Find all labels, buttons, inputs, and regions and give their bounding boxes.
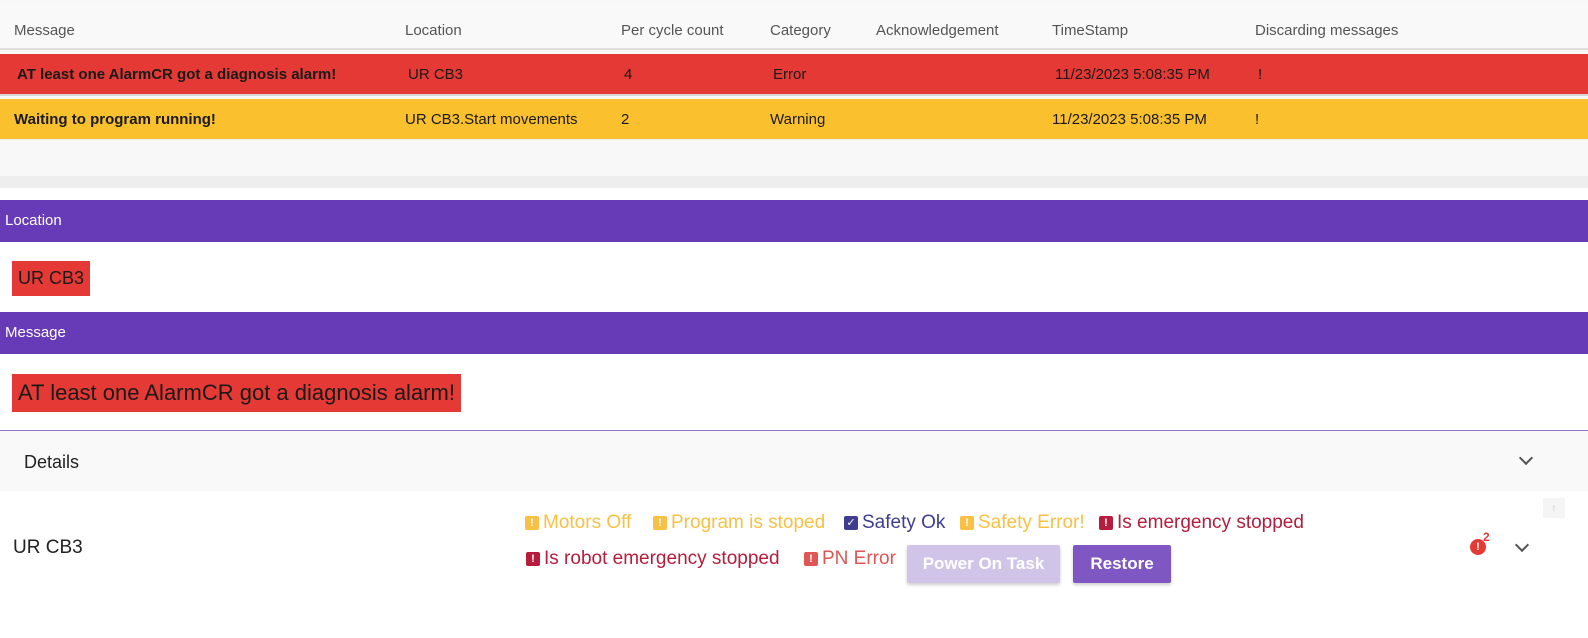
chevron-down-icon[interactable]	[1514, 537, 1530, 553]
details-label: Details	[24, 452, 80, 472]
table-header: Message Location Per cycle count Categor…	[0, 4, 1588, 50]
error-icon: !	[804, 552, 818, 566]
column-header-location[interactable]: Location	[405, 22, 462, 39]
error-icon: !	[526, 552, 540, 566]
status-label: Is emergency stopped	[1117, 512, 1304, 533]
row-category: Warning	[770, 111, 826, 128]
warning-icon: !	[960, 516, 974, 530]
warning-icon: !	[525, 516, 539, 530]
alarm-table: Message Location Per cycle count Categor…	[0, 0, 1588, 188]
row-count: 4	[624, 66, 633, 83]
discard-message-button[interactable]: !	[1258, 66, 1262, 83]
status-robot-emergency-stopped: ! Is robot emergency stopped	[526, 548, 780, 570]
table-empty-area	[0, 139, 1588, 188]
row-timestamp: 11/23/2023 5:08:35 PM	[1052, 111, 1207, 128]
restore-button[interactable]: Restore	[1073, 545, 1171, 583]
status-safety-ok: ✓ Safety Ok	[844, 512, 945, 534]
status-pn-error: ! PN Error	[804, 548, 896, 570]
details-expander[interactable]: Details	[0, 431, 1588, 491]
column-header-category[interactable]: Category	[770, 22, 831, 39]
status-label: Safety Error!	[978, 512, 1085, 533]
robot-name: UR CB3	[13, 537, 83, 558]
warning-icon: !	[653, 516, 667, 530]
column-header-acknowledgement[interactable]: Acknowledgement	[876, 22, 999, 39]
column-header-timestamp[interactable]: TimeStamp	[1052, 22, 1128, 39]
status-label: PN Error	[822, 548, 896, 569]
row-message: Waiting to program running!	[14, 111, 216, 128]
status-label: Program is stoped	[671, 512, 826, 533]
status-safety-error: ! Safety Error!	[960, 512, 1085, 534]
table-row-warning[interactable]: Waiting to program running! UR CB3.Start…	[0, 99, 1588, 139]
status-emergency-stopped: ! Is emergency stopped	[1099, 512, 1304, 534]
alert-count-badge: 2	[1483, 530, 1490, 544]
status-motors-off: ! Motors Off	[525, 512, 631, 534]
chevron-down-icon[interactable]	[1518, 450, 1534, 466]
row-count: 2	[621, 111, 630, 128]
location-value: UR CB3	[12, 261, 91, 296]
row-timestamp: 11/23/2023 5:08:35 PM	[1055, 66, 1210, 83]
row-location: UR CB3.Start movements	[405, 111, 578, 128]
status-label: Is robot emergency stopped	[544, 548, 780, 569]
message-value: AT least one AlarmCR got a diagnosis ala…	[12, 374, 461, 412]
table-row-error[interactable]: AT least one AlarmCR got a diagnosis ala…	[0, 54, 1588, 96]
row-category: Error	[773, 66, 807, 83]
status-label: Motors Off	[543, 512, 632, 533]
arrow-up-icon[interactable]: ↑	[1543, 498, 1565, 518]
discard-message-button[interactable]: !	[1255, 111, 1259, 128]
checkbox-checked-icon: ✓	[844, 516, 858, 530]
message-section-header: Message	[0, 312, 1588, 354]
row-message: AT least one AlarmCR got a diagnosis ala…	[17, 66, 337, 83]
row-location: UR CB3	[408, 66, 464, 83]
power-on-task-button[interactable]: Power On Task	[907, 545, 1060, 583]
status-label: Safety Ok	[862, 512, 946, 533]
column-header-discarding-messages[interactable]: Discarding messages	[1255, 22, 1398, 39]
location-section-header: Location	[0, 200, 1588, 242]
status-program-stopped: ! Program is stoped	[653, 512, 825, 534]
column-header-per-cycle-count[interactable]: Per cycle count	[621, 22, 724, 39]
column-header-message[interactable]: Message	[14, 22, 75, 39]
error-icon: !	[1099, 516, 1113, 530]
